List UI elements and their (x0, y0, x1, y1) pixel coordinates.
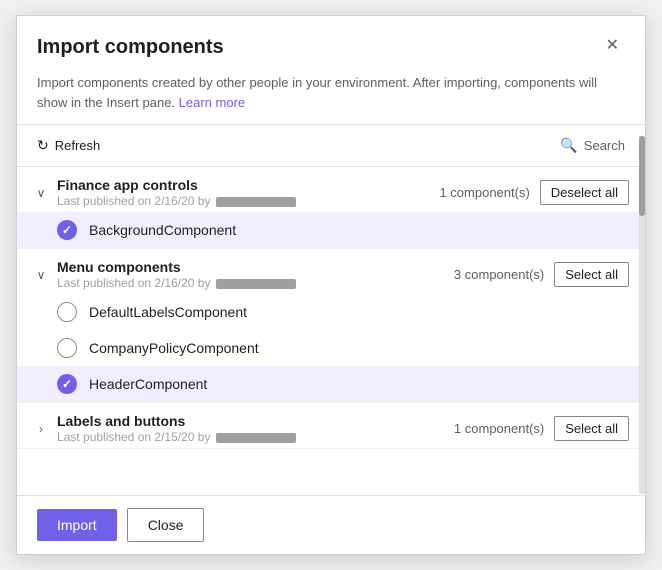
deselect-all-button-finance[interactable]: Deselect all (540, 180, 629, 205)
component-item-background[interactable]: BackgroundComponent (17, 212, 645, 248)
search-icon: 🔍 (560, 137, 577, 154)
search-label: Search (584, 138, 625, 153)
component-defaultlabels-label: DefaultLabelsComponent (89, 304, 247, 320)
group-menu-count: 3 component(s) (454, 267, 544, 282)
checkbox-checked-header (57, 374, 77, 394)
dialog-description: Import components created by other peopl… (17, 69, 645, 124)
select-all-button-labels[interactable]: Select all (554, 416, 629, 441)
group-finance-header: ∨ Finance app controls Last published on… (17, 167, 645, 212)
component-item-companypolicy[interactable]: CompanyPolicyComponent (17, 330, 645, 366)
chevron-right-icon-labels[interactable]: › (33, 422, 49, 436)
import-components-dialog: Import components ✕ Import components cr… (16, 15, 646, 555)
dialog-header: Import components ✕ (17, 16, 645, 69)
scrollbar-track (639, 136, 645, 494)
group-labels-meta: Last published on 2/15/20 by (57, 430, 446, 444)
groups-list: ∨ Finance app controls Last published on… (17, 167, 645, 495)
component-item-defaultlabels[interactable]: DefaultLabelsComponent (17, 294, 645, 330)
group-labels-author (216, 433, 296, 443)
radio-defaultlabels (57, 302, 77, 322)
dialog-title: Import components (37, 36, 224, 59)
group-labels-name: Labels and buttons (57, 413, 446, 429)
refresh-label: Refresh (55, 138, 101, 153)
chevron-down-icon[interactable]: ∨ (33, 186, 49, 200)
group-finance: ∨ Finance app controls Last published on… (17, 167, 645, 249)
group-menu-header: ∨ Menu components Last published on 2/16… (17, 249, 645, 294)
group-finance-name: Finance app controls (57, 177, 431, 193)
chevron-down-icon-menu[interactable]: ∨ (33, 268, 49, 282)
group-finance-actions: 1 component(s) Deselect all (439, 180, 629, 205)
close-footer-button[interactable]: Close (127, 508, 205, 542)
import-button[interactable]: Import (37, 509, 117, 541)
group-labels-info: Labels and buttons Last published on 2/1… (57, 413, 446, 444)
component-header-label: HeaderComponent (89, 376, 207, 392)
refresh-icon: ↻ (37, 137, 49, 154)
group-menu-actions: 3 component(s) Select all (454, 262, 629, 287)
learn-more-link[interactable]: Learn more (179, 95, 245, 110)
dialog-footer: Import Close (17, 495, 645, 554)
refresh-button[interactable]: ↻ Refresh (37, 133, 100, 158)
group-finance-meta: Last published on 2/16/20 by (57, 194, 431, 208)
group-menu-info: Menu components Last published on 2/16/2… (57, 259, 446, 290)
scrollbar-thumb[interactable] (639, 136, 645, 216)
group-labels-actions: 1 component(s) Select all (454, 416, 629, 441)
group-labels-count: 1 component(s) (454, 421, 544, 436)
component-background-label: BackgroundComponent (89, 222, 236, 238)
group-menu-meta: Last published on 2/16/20 by (57, 276, 446, 290)
search-area: 🔍 Search (560, 137, 625, 154)
group-labels-header: › Labels and buttons Last published on 2… (17, 403, 645, 448)
group-finance-count: 1 component(s) (439, 185, 529, 200)
group-finance-author (216, 197, 296, 207)
group-menu-name: Menu components (57, 259, 446, 275)
group-menu-author (216, 279, 296, 289)
close-icon-button[interactable]: ✕ (600, 36, 625, 56)
radio-companypolicy (57, 338, 77, 358)
component-companypolicy-label: CompanyPolicyComponent (89, 340, 259, 356)
toolbar: ↻ Refresh 🔍 Search (17, 124, 645, 167)
checkbox-checked-background (57, 220, 77, 240)
component-item-header[interactable]: HeaderComponent (17, 366, 645, 402)
group-labels: › Labels and buttons Last published on 2… (17, 403, 645, 449)
select-all-button-menu[interactable]: Select all (554, 262, 629, 287)
group-menu: ∨ Menu components Last published on 2/16… (17, 249, 645, 403)
group-finance-info: Finance app controls Last published on 2… (57, 177, 431, 208)
